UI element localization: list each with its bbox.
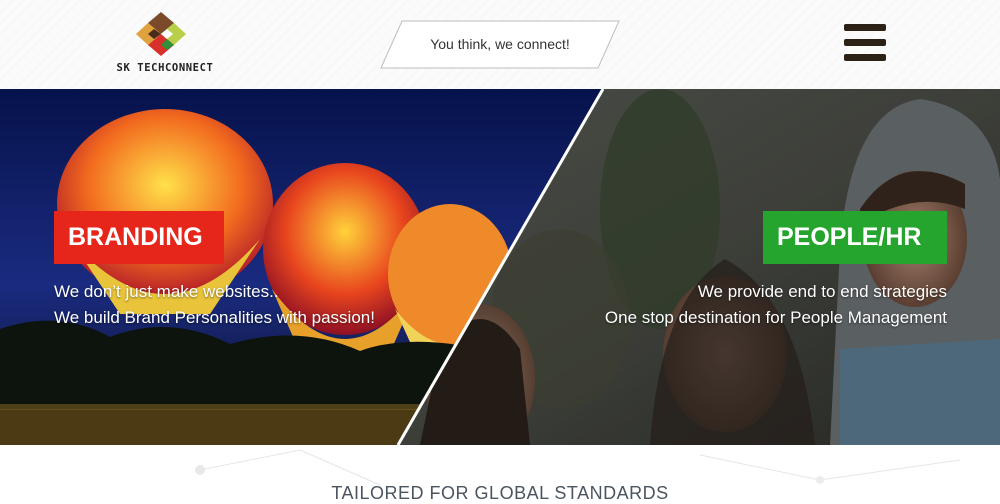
- logo-text: SK TECHCONNECT: [116, 62, 214, 74]
- menu-button[interactable]: [844, 24, 888, 62]
- branding-line-2: We build Brand Personalities with passio…: [54, 308, 375, 327]
- people-hr-badge[interactable]: PEOPLE/HR: [763, 211, 947, 264]
- section-title: TAILORED FOR GLOBAL STANDARDS: [331, 483, 669, 503]
- hero-banner: BRANDING We don’t just make websites.. W…: [0, 89, 1000, 445]
- people-line-1: We provide end to end strategies: [697, 282, 947, 301]
- branding-line-1: We don’t just make websites..: [54, 282, 279, 301]
- hero-background: [0, 89, 1000, 445]
- logo[interactable]: SK TECHCONNECT: [110, 12, 220, 78]
- branding-badge[interactable]: BRANDING: [54, 211, 224, 264]
- tagline-text: You think, we connect!: [430, 36, 570, 52]
- people-line-2: One stop destination for People Manageme…: [604, 308, 947, 327]
- site-header: SK TECHCONNECT You think, we connect!: [0, 0, 1000, 89]
- standards-section: TAILORED FOR GLOBAL STANDARDS: [0, 445, 1000, 503]
- logo-mark-icon: [136, 12, 186, 56]
- tagline-box: You think, we connect!: [380, 20, 620, 69]
